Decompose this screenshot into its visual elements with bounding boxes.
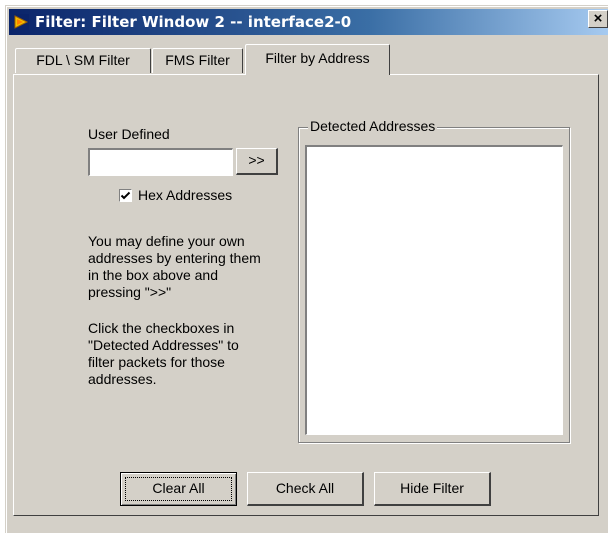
help-text-checkboxes: Click the checkboxes in "Detected Addres… bbox=[88, 320, 239, 387]
tab-fdl-sm-filter[interactable]: FDL \ SM Filter bbox=[15, 48, 151, 73]
help-text-define: You may define your own addresses by ent… bbox=[88, 233, 261, 300]
address-input[interactable] bbox=[88, 148, 233, 176]
user-defined-label: User Defined bbox=[88, 126, 170, 142]
window-title: Filter: Filter Window 2 -- interface2-0 bbox=[35, 13, 352, 31]
focus-rect bbox=[125, 477, 232, 501]
tab-filter-by-address[interactable]: Filter by Address bbox=[245, 44, 390, 75]
check-all-button[interactable]: Check All bbox=[247, 472, 364, 506]
clear-all-button[interactable]: Clear All bbox=[120, 472, 237, 506]
hex-addresses-label: Hex Addresses bbox=[138, 187, 233, 203]
detected-addresses-list[interactable] bbox=[305, 145, 563, 435]
hex-addresses-checkbox[interactable] bbox=[119, 189, 132, 202]
checkmark-icon bbox=[120, 191, 131, 200]
title-bar[interactable]: Filter: Filter Window 2 -- interface2-0 bbox=[9, 9, 608, 35]
close-button[interactable]: × bbox=[588, 10, 608, 28]
close-icon: × bbox=[593, 10, 603, 27]
add-address-button[interactable]: >> bbox=[236, 148, 278, 175]
detected-addresses-title: Detected Addresses bbox=[308, 118, 438, 134]
tab-fms-filter[interactable]: FMS Filter bbox=[152, 48, 243, 73]
hide-filter-button[interactable]: Hide Filter bbox=[374, 472, 491, 506]
labview-icon bbox=[13, 14, 29, 30]
